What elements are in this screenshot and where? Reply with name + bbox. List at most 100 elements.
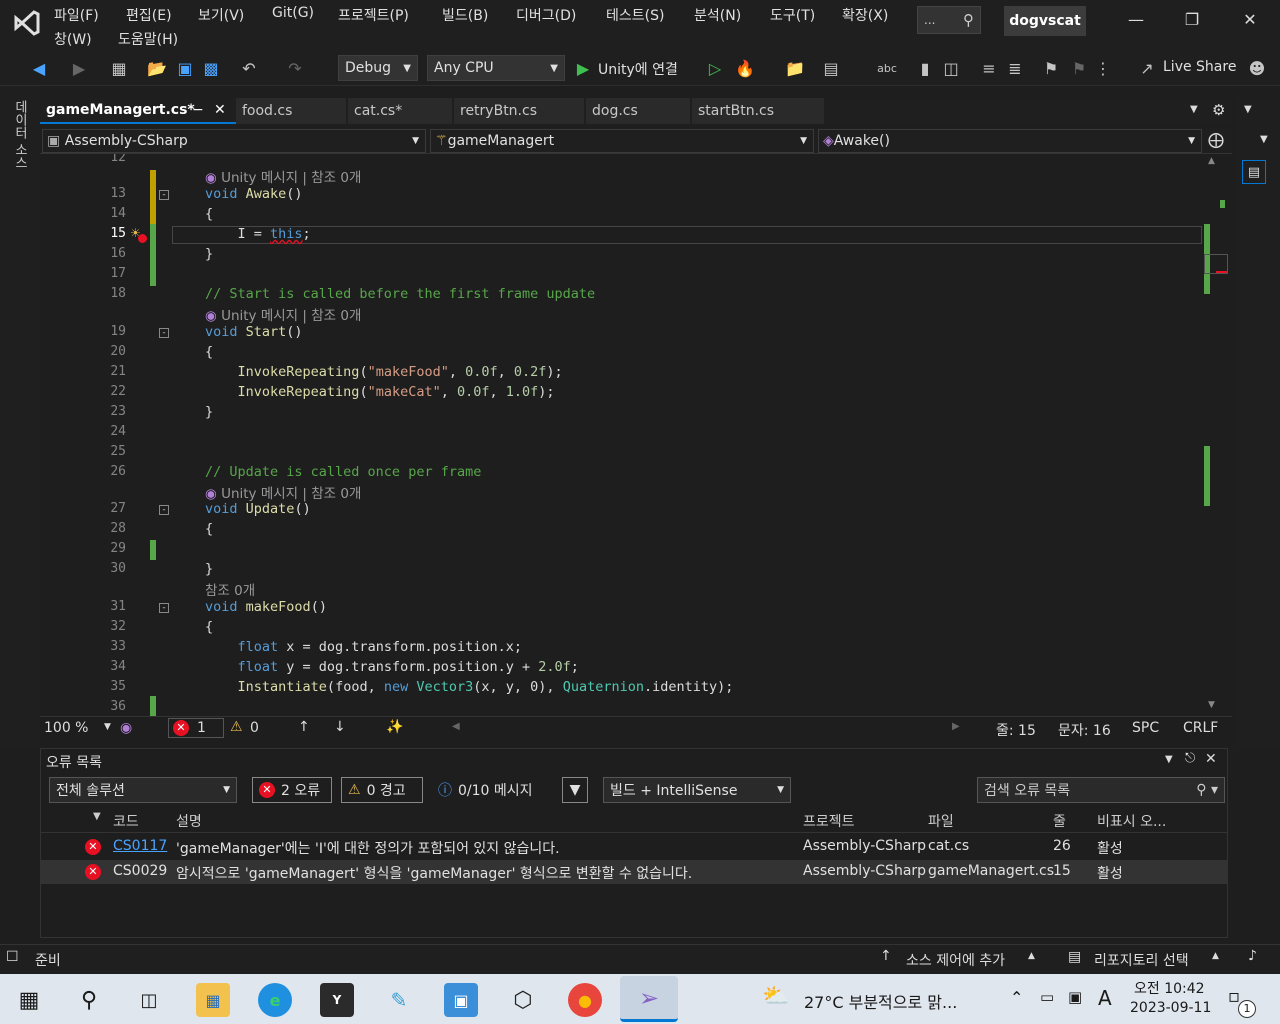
- project-dropdown[interactable]: ▣ Assembly-CSharp ▼: [42, 129, 426, 153]
- battery-icon[interactable]: ▭: [1040, 988, 1054, 1006]
- warning-count[interactable]: 0: [250, 720, 259, 736]
- back-icon[interactable]: ◀: [28, 58, 50, 80]
- tray-overflow-icon[interactable]: ⌃: [1010, 988, 1023, 1007]
- task-view-icon[interactable]: ◫: [132, 983, 166, 1017]
- column-description[interactable]: 설명: [176, 811, 202, 831]
- split-icon[interactable]: ⨁: [1208, 130, 1224, 149]
- search-box[interactable]: ... ⚲: [917, 6, 981, 34]
- open-folder-icon[interactable]: 📂: [146, 58, 168, 80]
- network-icon[interactable]: ▣: [1068, 988, 1082, 1006]
- pin-icon[interactable]: −: [192, 102, 204, 118]
- clock-date[interactable]: 2023-09-11: [1130, 1000, 1211, 1016]
- close-icon[interactable]: ✕: [1205, 751, 1217, 767]
- tab-gamemanagert[interactable]: gameManagert.cs* − ✕: [40, 98, 236, 124]
- redo-icon[interactable]: ↷: [284, 58, 306, 80]
- menu-project[interactable]: 프로젝트(P): [338, 5, 409, 25]
- undo-icon[interactable]: ↶: [238, 58, 260, 80]
- scroll-up-icon[interactable]: ▲: [1208, 156, 1215, 166]
- windows-start-icon[interactable]: ▦: [12, 983, 46, 1017]
- zoom-level[interactable]: 100 %: [44, 720, 88, 736]
- share-icon[interactable]: ↗: [1136, 58, 1158, 80]
- solution-name[interactable]: dogvscat: [1004, 6, 1086, 36]
- menu-tools[interactable]: 도구(T): [770, 5, 815, 25]
- column-code[interactable]: 코드: [113, 811, 139, 831]
- app-y-icon[interactable]: Y: [320, 983, 354, 1017]
- more-icon[interactable]: ⋮: [1092, 58, 1114, 80]
- code-editor[interactable]: - - - - ☀ 12 13 14 15 16 17 18 19 20 21 …: [40, 154, 1220, 716]
- minimize-icon[interactable]: —: [1126, 10, 1146, 30]
- pin-icon[interactable]: ⎋: [1185, 751, 1195, 766]
- save-all-icon[interactable]: ▩: [200, 58, 222, 80]
- column-project[interactable]: 프로젝트: [803, 811, 855, 831]
- member-dropdown[interactable]: ◈Awake() ▼: [818, 129, 1202, 153]
- outdent-icon[interactable]: ≣: [1004, 58, 1026, 80]
- user-icon[interactable]: ☻: [1246, 58, 1268, 80]
- build-filter-dropdown[interactable]: 빌드 + IntelliSense ▼: [603, 777, 791, 803]
- unity-icon[interactable]: ⬡: [506, 983, 540, 1017]
- menu-view[interactable]: 보기(V): [198, 5, 244, 25]
- errors-filter-button[interactable]: ✕ 2 오류: [252, 777, 332, 803]
- run-without-debug-icon[interactable]: ▷: [704, 58, 726, 80]
- ime-indicator[interactable]: A: [1098, 986, 1112, 1010]
- menu-help[interactable]: 도움말(H): [118, 29, 178, 49]
- spellcheck-icon[interactable]: abc: [876, 58, 898, 80]
- run-button[interactable]: Unity에 연결: [598, 59, 678, 79]
- file-explorer-icon[interactable]: ▦: [196, 983, 230, 1017]
- menu-file[interactable]: 파일(F): [54, 5, 99, 25]
- column-file[interactable]: 파일: [928, 811, 954, 831]
- error-marker-icon[interactable]: [138, 234, 147, 243]
- menu-build[interactable]: 빌드(B): [442, 5, 488, 25]
- visual-studio-taskbar-icon[interactable]: ➢: [620, 976, 678, 1022]
- tab-startbtn[interactable]: startBtn.cs: [692, 98, 824, 124]
- scope-dropdown[interactable]: 전체 솔루션 ▼: [49, 777, 237, 803]
- save-icon[interactable]: ▣: [174, 58, 196, 80]
- menu-test[interactable]: 테스트(S): [606, 5, 664, 25]
- play-icon[interactable]: ▶: [572, 58, 594, 80]
- column-line[interactable]: 줄: [1053, 811, 1066, 831]
- messages-filter-button[interactable]: ⓘ 0/10 메시지: [431, 777, 551, 803]
- settings-gear-icon[interactable]: ⚙: [1212, 101, 1225, 119]
- live-share-button[interactable]: Live Share: [1163, 59, 1236, 75]
- weather-text[interactable]: 27°C 부분적으로 맑...: [804, 989, 957, 1013]
- fold-minus-icon[interactable]: -: [159, 190, 169, 200]
- forward-icon[interactable]: ▶: [68, 58, 90, 80]
- notification-bell-icon[interactable]: ♪: [1248, 948, 1257, 964]
- menu-edit[interactable]: 편집(E): [126, 5, 172, 25]
- chevron-up-icon[interactable]: ▲: [1028, 951, 1035, 961]
- menu-debug[interactable]: 디버그(D): [516, 5, 576, 25]
- code-cleanup-icon[interactable]: ✨: [386, 719, 403, 735]
- column-suppression[interactable]: 비표시 오...: [1097, 811, 1166, 831]
- next-issue-icon[interactable]: ↓: [334, 719, 346, 735]
- properties-icon[interactable]: ▤: [1242, 160, 1266, 184]
- chevron-down-icon[interactable]: ▼: [1165, 754, 1173, 765]
- close-icon[interactable]: ✕: [1240, 10, 1260, 30]
- previous-issue-icon[interactable]: ↑: [298, 719, 310, 735]
- menu-analyze[interactable]: 분석(N): [694, 5, 741, 25]
- error-code-link[interactable]: CS0029: [113, 863, 167, 879]
- restore-icon[interactable]: ❐: [1182, 10, 1202, 30]
- scroll-left-icon[interactable]: ◀: [452, 721, 460, 732]
- add-to-source-control[interactable]: 소스 제어에 추가: [906, 950, 1005, 970]
- close-tab-icon[interactable]: ✕: [214, 102, 226, 118]
- new-project-icon[interactable]: ▦: [108, 58, 130, 80]
- scroll-right-icon[interactable]: ▶: [952, 721, 960, 732]
- tab-retrybtn[interactable]: retryBtn.cs: [454, 98, 584, 124]
- fold-minus-icon[interactable]: -: [159, 505, 169, 515]
- scroll-down-icon[interactable]: ▼: [1208, 700, 1215, 710]
- table-row[interactable]: ✕ CS0117 'gameManager'에는 'I'에 대한 정의가 포함되…: [41, 835, 1227, 859]
- menu-window[interactable]: 창(W): [54, 29, 92, 49]
- whitespace-indicator[interactable]: SPC: [1132, 720, 1159, 736]
- error-count-indicator[interactable]: ✕ 1: [168, 718, 224, 738]
- clock-time[interactable]: 오전 10:42: [1134, 978, 1205, 998]
- column-indicator[interactable]: 문자: 16: [1058, 720, 1111, 740]
- data-sources-tab[interactable]: 데이터 소스: [10, 100, 29, 169]
- menu-extensions[interactable]: 확장(X): [842, 5, 888, 25]
- chevron-down-icon[interactable]: ▼: [1244, 104, 1252, 115]
- indent-icon[interactable]: ≡: [978, 58, 1000, 80]
- error-code-link[interactable]: CS0117: [113, 838, 167, 854]
- intellicode-icon[interactable]: ◉: [120, 720, 132, 736]
- filter-icon[interactable]: ▼: [562, 777, 588, 803]
- line-indicator[interactable]: 줄: 15: [996, 720, 1036, 740]
- weather-icon[interactable]: ⛅: [762, 984, 789, 1009]
- search-icon[interactable]: ⚲: [72, 983, 106, 1017]
